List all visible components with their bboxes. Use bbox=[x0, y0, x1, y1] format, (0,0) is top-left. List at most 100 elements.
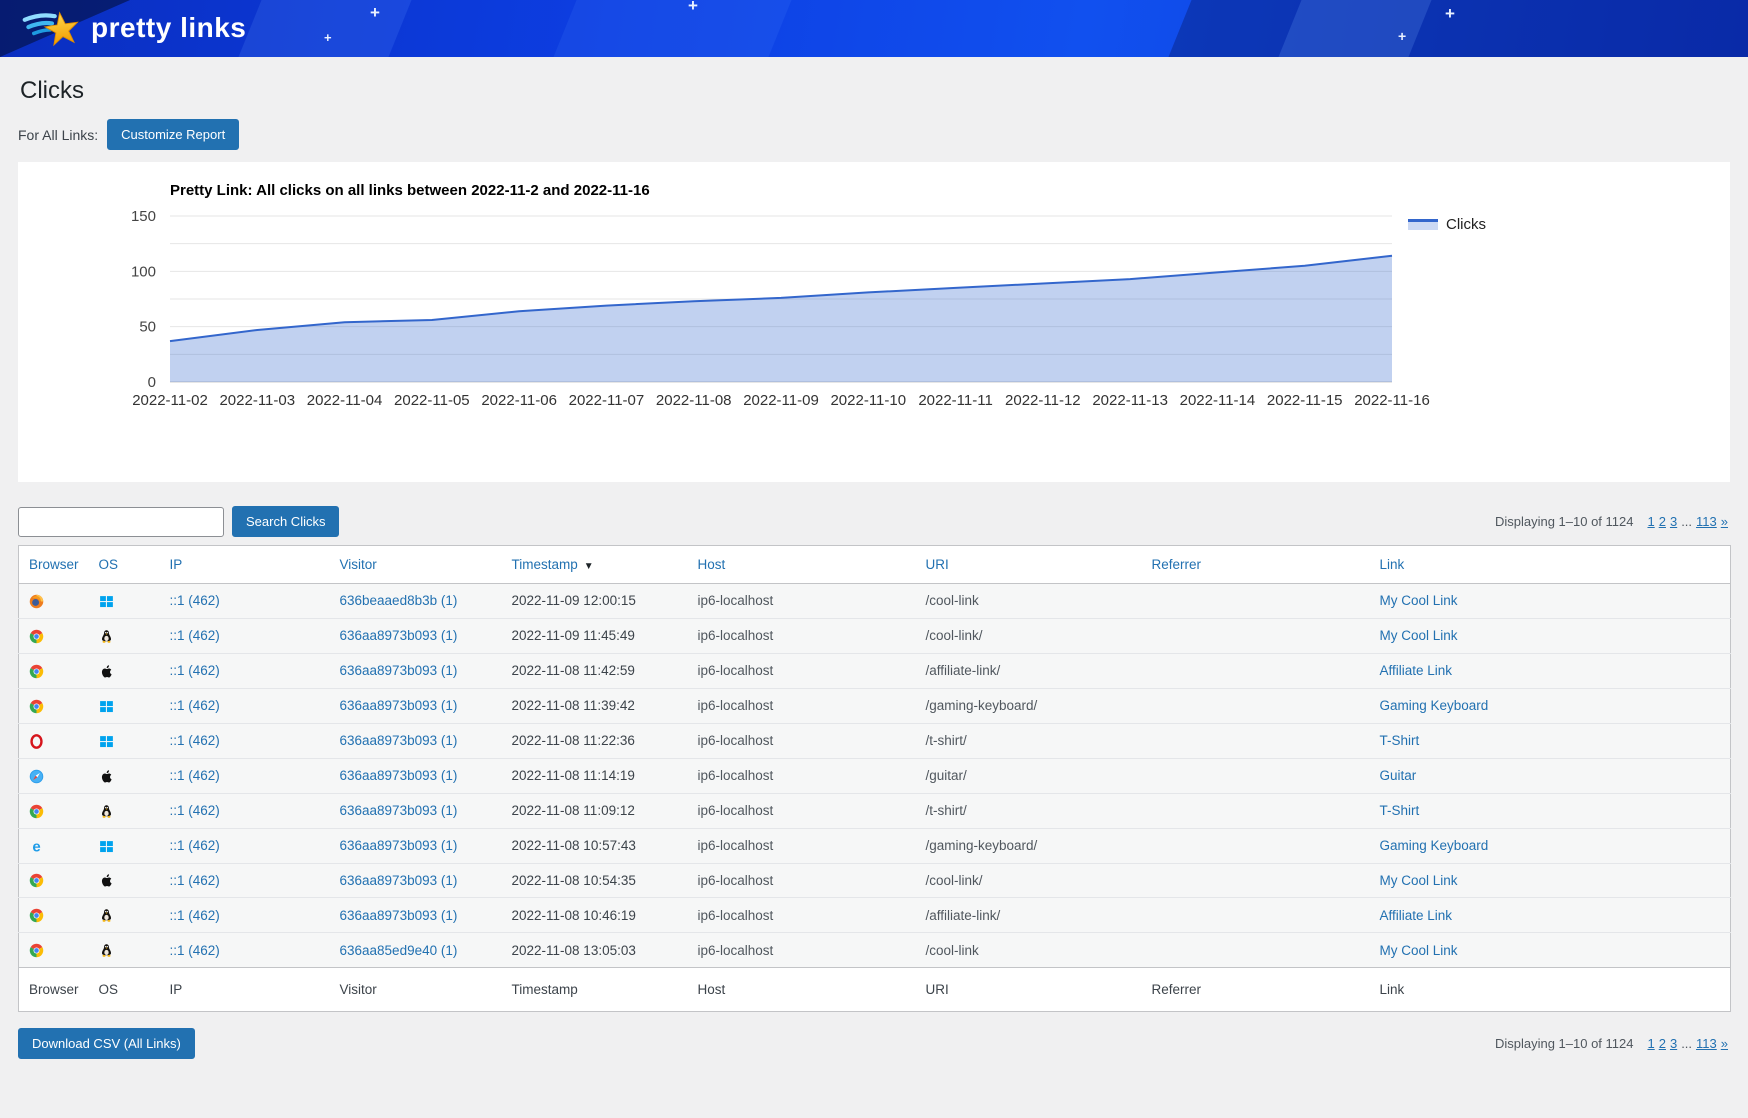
os-cell bbox=[89, 898, 160, 933]
os-cell bbox=[89, 723, 160, 758]
ip-link[interactable]: ::1 (462) bbox=[170, 838, 220, 853]
visitor-cell: 636aa8973b093 (1) bbox=[330, 723, 502, 758]
chrome-icon bbox=[29, 699, 44, 714]
timestamp-cell: 2022-11-09 11:45:49 bbox=[502, 618, 688, 653]
ip-link[interactable]: ::1 (462) bbox=[170, 873, 220, 888]
column-header-link[interactable]: Link bbox=[1370, 546, 1731, 584]
ip-link[interactable]: ::1 (462) bbox=[170, 803, 220, 818]
pagination-summary: Displaying 1–10 of 1124 bbox=[1495, 514, 1634, 529]
page-link-2[interactable]: 2 bbox=[1659, 1036, 1666, 1051]
ip-link[interactable]: ::1 (462) bbox=[170, 593, 220, 608]
page-link-3[interactable]: 3 bbox=[1670, 514, 1677, 529]
column-header-browser[interactable]: Browser bbox=[19, 546, 89, 584]
browser-cell bbox=[19, 688, 89, 723]
pretty-link-name[interactable]: Affiliate Link bbox=[1380, 908, 1453, 923]
visitor-link[interactable]: 636aa8973b093 (1) bbox=[340, 803, 458, 818]
os-cell bbox=[89, 863, 160, 898]
column-header-uri[interactable]: URI bbox=[916, 546, 1142, 584]
ip-cell: ::1 (462) bbox=[160, 584, 330, 619]
link-cell: Affiliate Link bbox=[1370, 898, 1731, 933]
visitor-link[interactable]: 636aa8973b093 (1) bbox=[340, 908, 458, 923]
column-header-browser: Browser bbox=[19, 968, 89, 1012]
header-stripe bbox=[236, 0, 414, 57]
visitor-link[interactable]: 636aa8973b093 (1) bbox=[340, 663, 458, 678]
pretty-link-name[interactable]: Affiliate Link bbox=[1380, 663, 1453, 678]
ip-cell: ::1 (462) bbox=[160, 758, 330, 793]
next-page-link[interactable]: » bbox=[1721, 1036, 1728, 1051]
host-cell: ip6-localhost bbox=[688, 653, 916, 688]
visitor-link[interactable]: 636aa8973b093 (1) bbox=[340, 873, 458, 888]
windows-icon bbox=[99, 839, 114, 854]
ip-link[interactable]: ::1 (462) bbox=[170, 628, 220, 643]
visitor-cell: 636aa8973b093 (1) bbox=[330, 793, 502, 828]
page-link-3[interactable]: 3 bbox=[1670, 1036, 1677, 1051]
search-clicks-button[interactable]: Search Clicks bbox=[232, 506, 339, 537]
ip-link[interactable]: ::1 (462) bbox=[170, 698, 220, 713]
apple-icon bbox=[99, 664, 114, 679]
linux-icon bbox=[99, 629, 114, 644]
column-header-os[interactable]: OS bbox=[89, 546, 160, 584]
svg-text:2022-11-07: 2022-11-07 bbox=[569, 392, 645, 409]
column-header-referrer[interactable]: Referrer bbox=[1142, 546, 1370, 584]
uri-cell: /cool-link bbox=[916, 584, 1142, 619]
column-header-host[interactable]: Host bbox=[688, 546, 916, 584]
pagination-bottom: Displaying 1–10 of 1124 123...113» bbox=[1495, 1036, 1730, 1051]
pretty-link-name[interactable]: T-Shirt bbox=[1380, 733, 1420, 748]
table-row: ::1 (462) 636aa85ed9e40 (1) 2022-11-08 13:… bbox=[19, 933, 1731, 968]
svg-text:2022-11-08: 2022-11-08 bbox=[656, 392, 732, 409]
pretty-link-name[interactable]: My Cool Link bbox=[1380, 943, 1458, 958]
page-link-1[interactable]: 1 bbox=[1647, 1036, 1654, 1051]
ip-link[interactable]: ::1 (462) bbox=[170, 663, 220, 678]
pretty-link-name[interactable]: Guitar bbox=[1380, 768, 1417, 783]
visitor-link[interactable]: 636aa8973b093 (1) bbox=[340, 628, 458, 643]
pretty-link-name[interactable]: My Cool Link bbox=[1380, 873, 1458, 888]
link-cell: T-Shirt bbox=[1370, 723, 1731, 758]
visitor-link[interactable]: 636aa85ed9e40 (1) bbox=[340, 943, 458, 958]
visitor-link[interactable]: 636aa8973b093 (1) bbox=[340, 768, 458, 783]
pretty-link-name[interactable]: My Cool Link bbox=[1380, 593, 1458, 608]
page-link-1[interactable]: 1 bbox=[1647, 514, 1654, 529]
ip-link[interactable]: ::1 (462) bbox=[170, 908, 220, 923]
visitor-link[interactable]: 636aa8973b093 (1) bbox=[340, 838, 458, 853]
column-header-uri: URI bbox=[916, 968, 1142, 1012]
timestamp-cell: 2022-11-08 13:05:03 bbox=[502, 933, 688, 968]
ip-link[interactable]: ::1 (462) bbox=[170, 768, 220, 783]
pretty-link-name[interactable]: My Cool Link bbox=[1380, 628, 1458, 643]
ip-link[interactable]: ::1 (462) bbox=[170, 733, 220, 748]
app-header: + + + + + pretty links bbox=[0, 0, 1748, 57]
visitor-link[interactable]: 636aa8973b093 (1) bbox=[340, 733, 458, 748]
clicks-chart-panel: Pretty Link: All clicks on all links bet… bbox=[18, 162, 1730, 482]
column-header-os: OS bbox=[89, 968, 160, 1012]
svg-text:2022-11-11: 2022-11-11 bbox=[918, 392, 993, 409]
pretty-link-name[interactable]: Gaming Keyboard bbox=[1380, 698, 1489, 713]
visitor-link[interactable]: 636beaaed8b3b (1) bbox=[340, 593, 458, 608]
column-header-visitor[interactable]: Visitor bbox=[330, 546, 502, 584]
pretty-link-name[interactable]: T-Shirt bbox=[1380, 803, 1420, 818]
opera-icon bbox=[29, 734, 44, 749]
page-link-113[interactable]: 113 bbox=[1696, 514, 1717, 529]
pretty-link-name[interactable]: Gaming Keyboard bbox=[1380, 838, 1489, 853]
link-cell: Gaming Keyboard bbox=[1370, 828, 1731, 863]
next-page-link[interactable]: » bbox=[1721, 514, 1728, 529]
download-csv-button[interactable]: Download CSV (All Links) bbox=[18, 1028, 195, 1059]
column-header-visitor: Visitor bbox=[330, 968, 502, 1012]
pagination-links: 123...113» bbox=[1645, 514, 1730, 529]
page-link-2[interactable]: 2 bbox=[1659, 514, 1666, 529]
page-link-113[interactable]: 113 bbox=[1696, 1036, 1717, 1051]
column-header-timestamp[interactable]: Timestamp▼ bbox=[502, 546, 688, 584]
apple-icon bbox=[99, 873, 114, 888]
column-header-ip[interactable]: IP bbox=[160, 546, 330, 584]
host-cell: ip6-localhost bbox=[688, 933, 916, 968]
legend-label: Clicks bbox=[1446, 216, 1486, 233]
link-cell: My Cool Link bbox=[1370, 618, 1731, 653]
visitor-cell: 636aa8973b093 (1) bbox=[330, 618, 502, 653]
table-row: ::1 (462) 636aa8973b093 (1) 2022-11-09 11:… bbox=[19, 618, 1731, 653]
search-input[interactable] bbox=[18, 507, 224, 537]
windows-icon bbox=[99, 699, 114, 714]
uri-cell: /t-shirt/ bbox=[916, 793, 1142, 828]
referrer-cell bbox=[1142, 653, 1370, 688]
customize-report-button[interactable]: Customize Report bbox=[107, 119, 239, 150]
visitor-link[interactable]: 636aa8973b093 (1) bbox=[340, 698, 458, 713]
ip-link[interactable]: ::1 (462) bbox=[170, 943, 220, 958]
svg-text:2022-11-03: 2022-11-03 bbox=[219, 392, 295, 409]
